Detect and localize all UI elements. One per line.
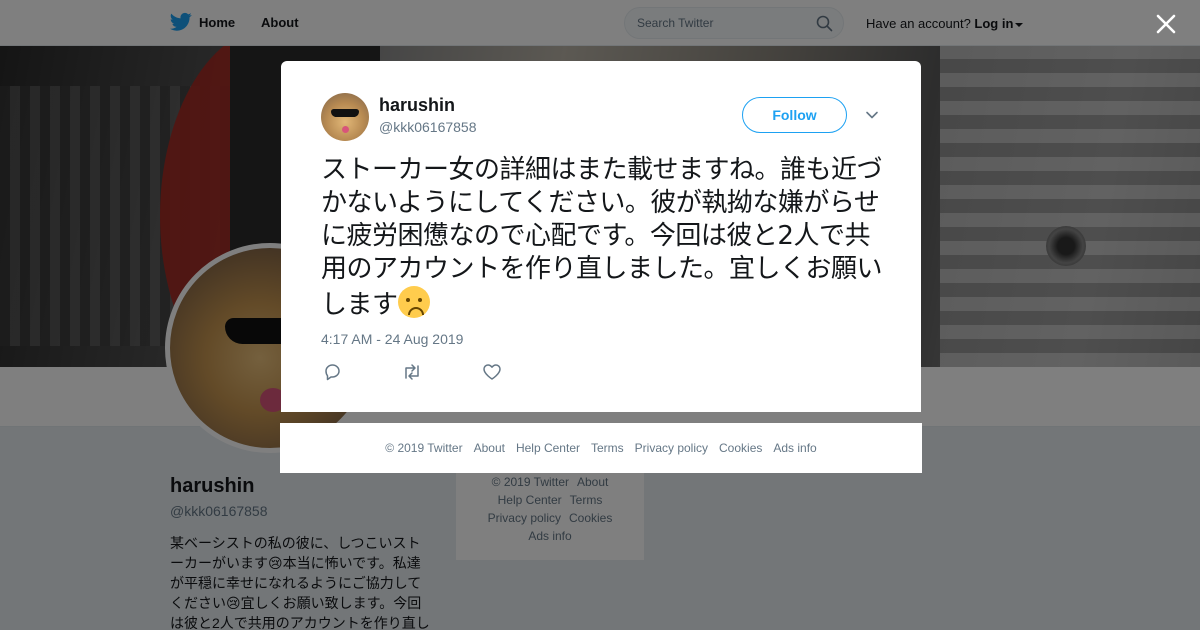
footer-cookies-link[interactable]: Cookies	[719, 441, 762, 455]
modal-footer: © 2019 Twitter About Help Center Terms P…	[280, 423, 922, 473]
footer-ads-link[interactable]: Ads info	[773, 441, 816, 455]
tweet-modal: harushin @kkk06167858 Follow ストーカー女の詳細はま…	[281, 61, 921, 412]
footer-about-link[interactable]: About	[474, 441, 505, 455]
tweet-author-name[interactable]: harushin	[379, 95, 455, 116]
follow-button[interactable]: Follow	[742, 97, 847, 133]
crying-face-icon	[397, 286, 430, 318]
tweet-text: ストーカー女の詳細はまた載せますね。誰も近づかないようにしてください。彼が執拗な…	[321, 154, 889, 322]
reply-icon[interactable]	[323, 363, 343, 381]
footer-help-link[interactable]: Help Center	[516, 441, 580, 455]
footer-terms-link[interactable]: Terms	[591, 441, 624, 455]
tweet-author-handle[interactable]: @kkk06167858	[379, 119, 477, 135]
heart-icon[interactable]	[482, 363, 502, 381]
retweet-icon[interactable]	[402, 363, 422, 381]
tweet-timestamp[interactable]: 4:17 AM - 24 Aug 2019	[321, 331, 463, 347]
chevron-down-icon[interactable]	[865, 108, 879, 122]
tweet-author-avatar[interactable]	[321, 93, 369, 141]
footer-privacy-link[interactable]: Privacy policy	[635, 441, 708, 455]
close-icon[interactable]	[1154, 12, 1178, 36]
footer-copyright: © 2019 Twitter	[385, 441, 463, 455]
